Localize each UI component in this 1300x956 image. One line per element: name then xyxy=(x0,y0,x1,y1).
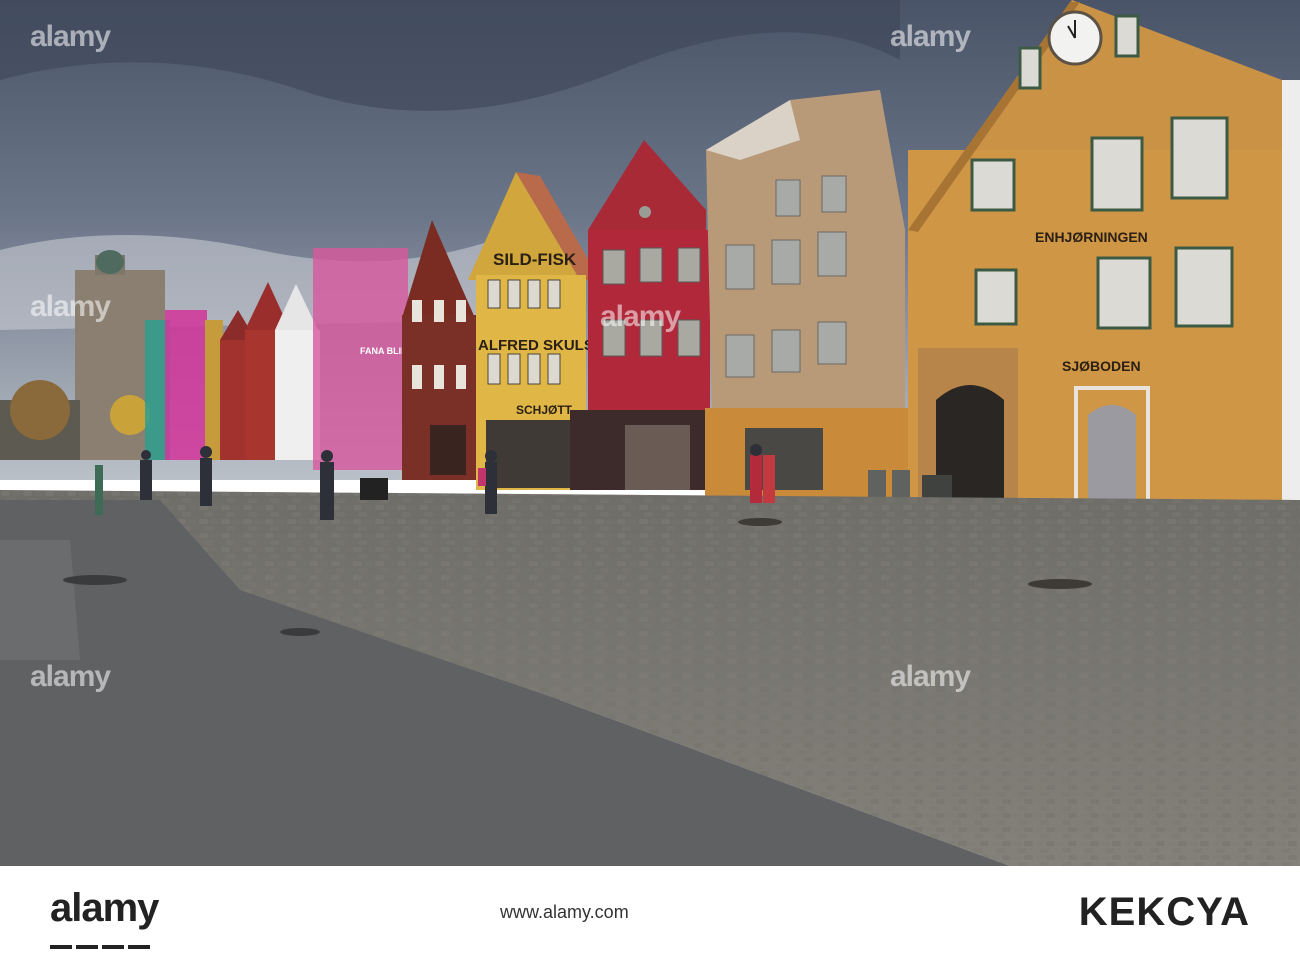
scaffold-magenta xyxy=(165,310,207,460)
alamy-url[interactable]: www.alamy.com xyxy=(500,902,629,923)
alamy-logo[interactable]: alamy xyxy=(50,886,159,931)
watermark: alamy xyxy=(30,660,111,693)
watermark: alamy xyxy=(600,300,681,333)
watermark: alamy xyxy=(30,290,111,323)
watermark: alamy xyxy=(890,20,971,53)
image-id: KEKCYA xyxy=(1078,890,1250,934)
arched-door xyxy=(1088,405,1136,505)
sjoboden-sign: SJØBODEN xyxy=(1062,358,1141,374)
photo: FANA BLIKK SILD-FISK ALFRED SKULSTAD SCH… xyxy=(0,0,1300,866)
watermark: alamy xyxy=(890,660,971,693)
sild-sign: SILD-FISK xyxy=(493,250,577,269)
enhjorningen-sign: ENHJØRNINGEN xyxy=(1035,229,1148,245)
schjott-sign: SCHJØTT xyxy=(516,403,573,417)
watermark: alamy xyxy=(30,20,111,53)
logo-underline xyxy=(50,936,170,949)
scaffold-pink xyxy=(313,248,408,470)
alamy-banner: alamy www.alamy.com KEKCYA xyxy=(0,866,1300,956)
